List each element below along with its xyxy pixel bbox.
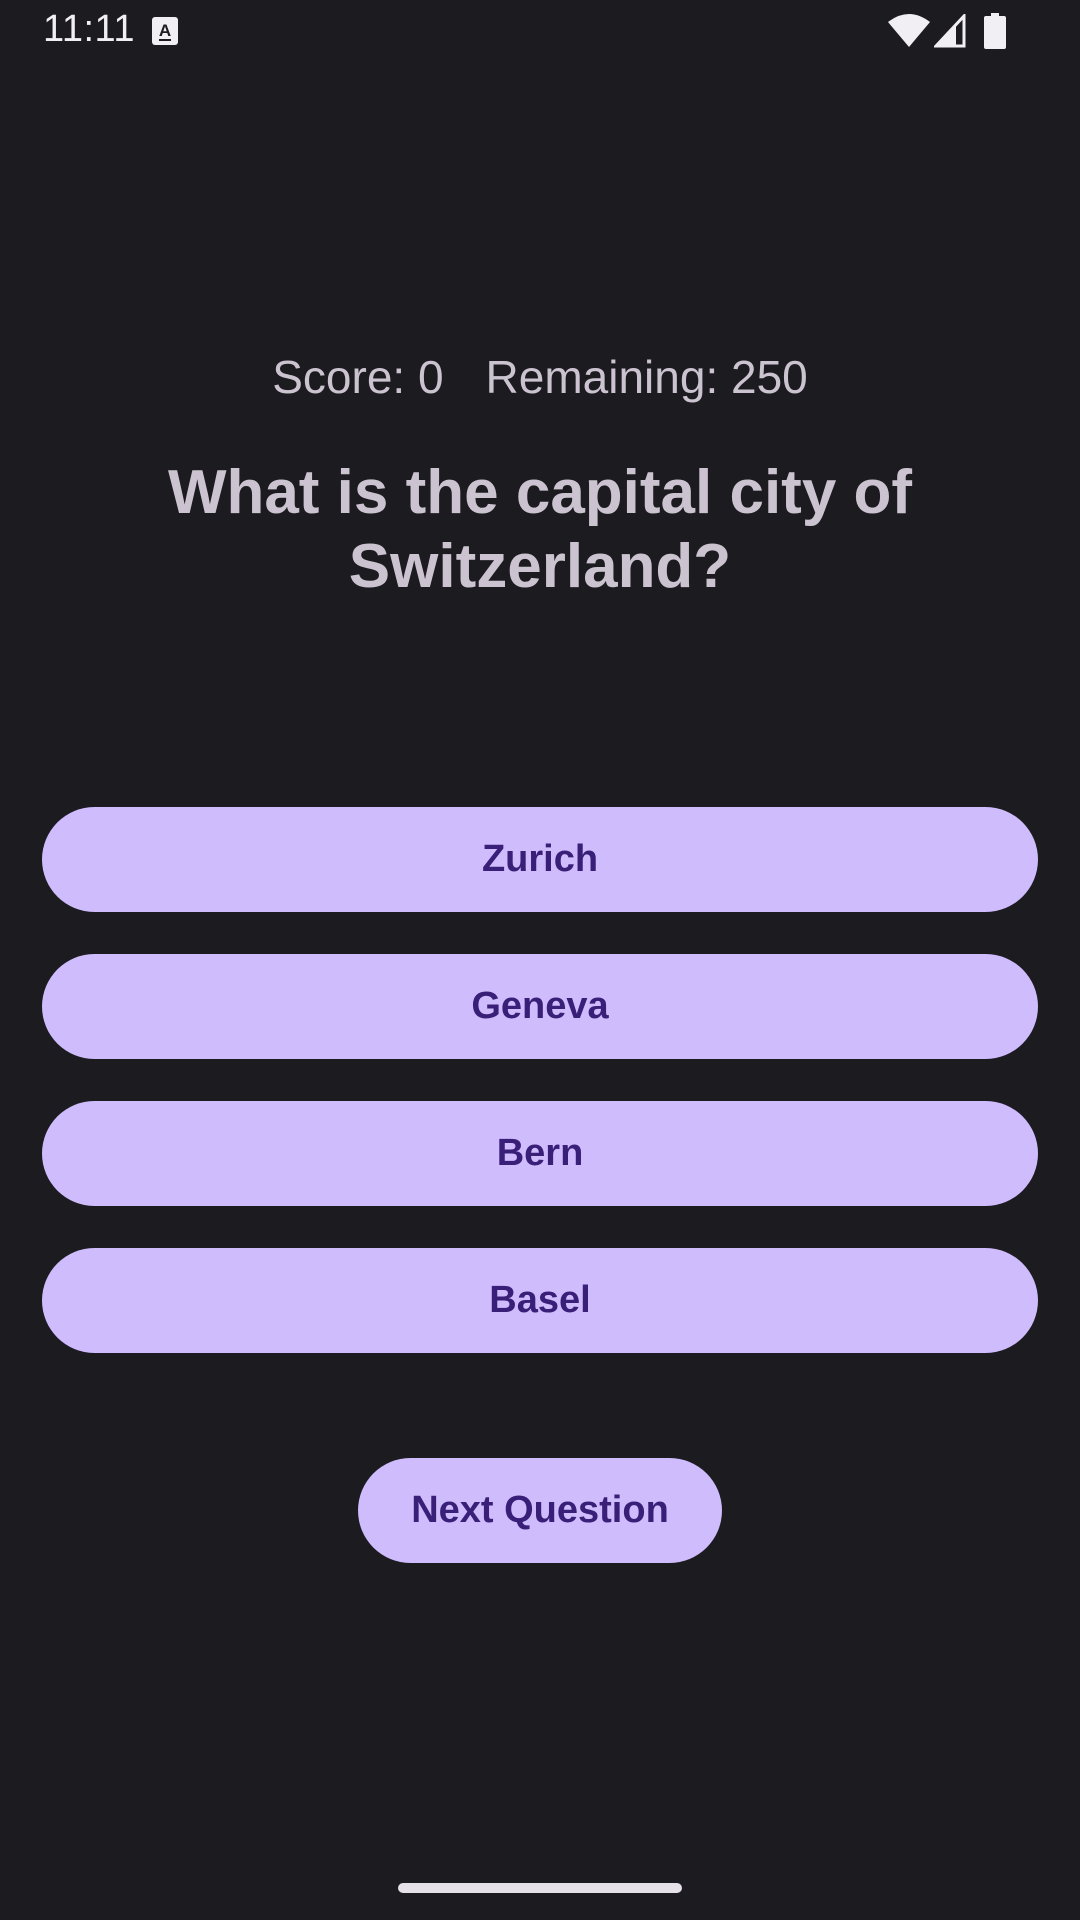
score-row: Score: 0 Remaining: 250 <box>0 350 1080 404</box>
keyboard-a-icon: A <box>152 17 178 45</box>
answer-button-basel[interactable]: Basel <box>42 1248 1038 1353</box>
battery-icon <box>984 13 1006 49</box>
home-indicator[interactable] <box>398 1883 682 1893</box>
next-question-label: Next Question <box>411 1489 669 1531</box>
score-label: Score: 0 <box>272 351 444 403</box>
answer-button-geneva[interactable]: Geneva <box>42 954 1038 1059</box>
answer-label: Zurich <box>481 838 599 880</box>
question-text: What is the capital city of Switzerland? <box>167 458 913 601</box>
signal-icon <box>934 14 966 48</box>
answer-label: Bern <box>496 1132 584 1174</box>
answer-button-zurich[interactable]: Zurich <box>42 807 1038 912</box>
answer-label: Basel <box>489 1279 591 1321</box>
status-bar: 11:11 A <box>0 0 1080 64</box>
status-time: 11:11 <box>43 8 135 50</box>
next-question-button[interactable]: Next Question <box>358 1458 722 1563</box>
wifi-icon <box>888 14 930 47</box>
svg-text:A: A <box>159 21 171 40</box>
answer-button-bern[interactable]: Bern <box>42 1101 1038 1206</box>
remaining-label: Remaining: 250 <box>485 351 808 403</box>
answer-label: Geneva <box>471 985 609 1027</box>
